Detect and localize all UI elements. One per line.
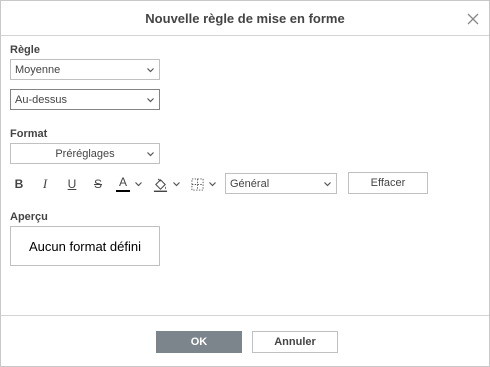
strikethrough-button[interactable]: S bbox=[90, 174, 106, 194]
paint-bucket-icon bbox=[153, 178, 168, 192]
number-format-value: Général bbox=[230, 178, 270, 190]
rule-condition-select[interactable]: Au-dessus bbox=[10, 89, 160, 110]
font-color-glyph: A bbox=[118, 175, 127, 189]
italic-button[interactable]: I bbox=[37, 174, 53, 194]
number-format-select[interactable]: Général bbox=[225, 173, 337, 194]
close-icon[interactable] bbox=[466, 12, 480, 26]
rule-condition-value: Au-dessus bbox=[15, 94, 67, 106]
font-color-button[interactable]: A bbox=[116, 174, 146, 194]
dialog-titlebar: Nouvelle règle de mise en forme bbox=[1, 1, 489, 36]
font-color-bar bbox=[116, 190, 130, 192]
italic-icon: I bbox=[42, 176, 48, 191]
bold-icon: B bbox=[14, 177, 24, 191]
clear-format-button[interactable]: Effacer bbox=[348, 172, 428, 194]
ok-button[interactable]: OK bbox=[156, 331, 242, 353]
borders-button[interactable] bbox=[191, 174, 219, 194]
format-label: Format bbox=[10, 128, 48, 140]
font-color-icon: A bbox=[116, 175, 130, 193]
preview-label: Aperçu bbox=[10, 211, 48, 223]
rule-type-select[interactable]: Moyenne bbox=[10, 59, 160, 80]
presets-value: Préréglages bbox=[55, 148, 115, 160]
chevron-down-icon bbox=[209, 181, 216, 186]
chevron-down-icon bbox=[135, 181, 142, 186]
fill-color-button[interactable] bbox=[153, 174, 181, 194]
chevron-down-icon bbox=[324, 182, 331, 187]
presets-select[interactable]: Préréglages bbox=[10, 143, 160, 164]
chevron-down-icon bbox=[147, 98, 154, 103]
underline-button[interactable]: U bbox=[64, 174, 80, 194]
preview-text: Aucun format défini bbox=[28, 238, 141, 254]
new-formatting-rule-dialog: Nouvelle règle de mise en forme Règle Mo… bbox=[0, 0, 490, 367]
chevron-down-icon bbox=[147, 152, 154, 157]
preview-box: Aucun format défini bbox=[10, 226, 160, 266]
chevron-down-icon bbox=[147, 68, 154, 73]
borders-icon bbox=[191, 177, 204, 191]
chevron-down-icon bbox=[173, 181, 180, 186]
rule-label: Règle bbox=[10, 44, 40, 56]
cancel-button[interactable]: Annuler bbox=[252, 331, 338, 353]
bold-button[interactable]: B bbox=[11, 174, 27, 194]
dialog-footer: OK Annuler bbox=[1, 315, 489, 367]
rule-type-value: Moyenne bbox=[15, 64, 61, 76]
strikethrough-icon: S bbox=[93, 177, 102, 191]
underline-icon: U bbox=[67, 177, 77, 191]
dialog-title: Nouvelle règle de mise en forme bbox=[145, 11, 345, 26]
